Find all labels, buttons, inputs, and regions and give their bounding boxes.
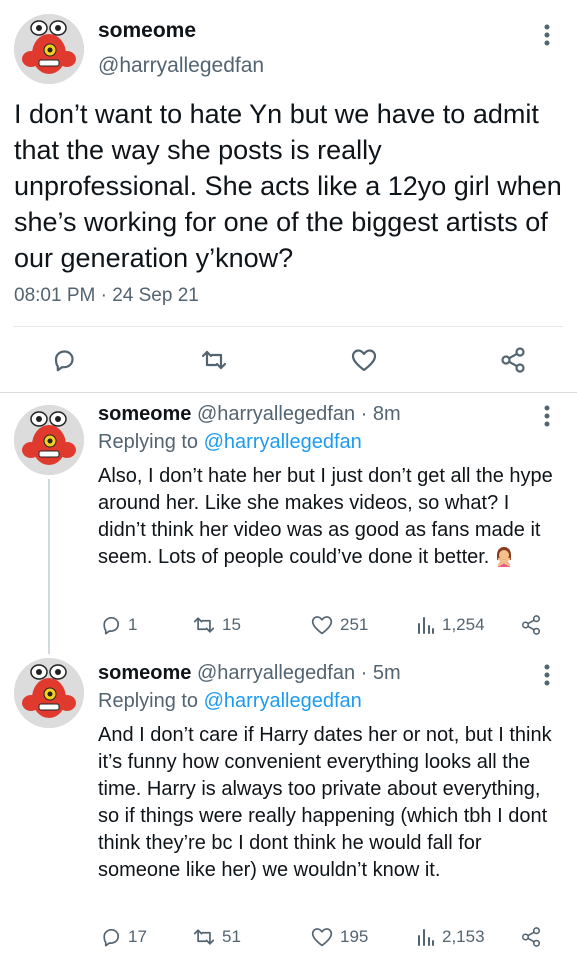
tweet-text: And I don’t care if Harry dates her or n… bbox=[98, 724, 552, 881]
views-icon bbox=[418, 617, 434, 634]
replying-to-label: Replying to bbox=[98, 690, 204, 712]
author-name[interactable]: someome bbox=[98, 19, 196, 43]
tweet-text: Also, I don’t hate her but I just don’t … bbox=[98, 463, 558, 575]
reply-tweet: someome @harryallegedfan · 8m Replying t… bbox=[0, 393, 577, 654]
views-count-button[interactable]: 1,254 bbox=[416, 612, 485, 638]
more-vertical-icon bbox=[544, 664, 550, 686]
more-options-button[interactable] bbox=[537, 660, 557, 690]
tweet-stats: 17 51 195 2,153 bbox=[98, 924, 558, 950]
tweet-text-body: Also, I don’t hate her but I just don’t … bbox=[98, 465, 553, 568]
replying-to: Replying to @harryallegedfan bbox=[98, 690, 362, 713]
share-button[interactable] bbox=[498, 345, 528, 375]
reply-header: someome @harryallegedfan · 5m bbox=[98, 662, 401, 685]
retweet-count: 51 bbox=[222, 927, 241, 946]
replying-to-link[interactable]: @harryallegedfan bbox=[204, 690, 362, 712]
author-name[interactable]: someome bbox=[98, 662, 191, 684]
replying-to: Replying to @harryallegedfan bbox=[98, 431, 362, 454]
more-vertical-icon bbox=[544, 405, 550, 427]
main-tweet: someome @harryallegedfan I don’t want to… bbox=[0, 0, 577, 392]
more-options-button[interactable] bbox=[537, 20, 557, 50]
avatar[interactable] bbox=[14, 658, 84, 728]
like-icon bbox=[311, 616, 333, 635]
retweet-icon bbox=[193, 929, 215, 945]
like-icon bbox=[351, 349, 377, 372]
reply-tweet: someome @harryallegedfan · 5m Replying t… bbox=[0, 650, 577, 960]
like-count-button[interactable]: 195 bbox=[310, 924, 368, 950]
retweet-icon bbox=[193, 617, 215, 633]
like-icon bbox=[311, 928, 333, 947]
share-icon bbox=[501, 347, 525, 373]
reply-icon bbox=[103, 616, 120, 635]
replying-to-link[interactable]: @harryallegedfan bbox=[204, 431, 362, 453]
reply-count-button[interactable]: 1 bbox=[100, 612, 137, 638]
reply-icon bbox=[103, 928, 120, 947]
author-handle-time[interactable]: @harryallegedfan · 5m bbox=[197, 662, 401, 684]
tweet-text: I don’t want to hate Yn but we have to a… bbox=[14, 99, 562, 273]
more-vertical-icon bbox=[544, 24, 550, 46]
reply-count: 17 bbox=[128, 927, 147, 946]
tweet-stats: 1 15 251 1,254 bbox=[98, 612, 558, 638]
avatar-character-icon bbox=[14, 658, 84, 728]
share-icon bbox=[521, 615, 541, 635]
person-gesturing-no-emoji bbox=[493, 545, 515, 575]
views-count: 2,153 bbox=[442, 927, 485, 946]
avatar-character-icon bbox=[14, 405, 84, 475]
author-name[interactable]: someome bbox=[98, 403, 191, 425]
thread-line bbox=[48, 479, 50, 654]
views-count-button[interactable]: 2,153 bbox=[416, 924, 485, 950]
divider bbox=[14, 326, 563, 327]
retweet-button[interactable] bbox=[199, 345, 229, 375]
share-button[interactable] bbox=[520, 924, 542, 950]
views-count: 1,254 bbox=[442, 615, 485, 634]
avatar[interactable] bbox=[14, 14, 84, 84]
avatar[interactable] bbox=[14, 405, 84, 475]
replying-to-label: Replying to bbox=[98, 431, 204, 453]
views-icon bbox=[418, 929, 434, 946]
more-options-button[interactable] bbox=[537, 401, 557, 431]
reply-icon bbox=[54, 350, 74, 372]
retweet-count: 15 bbox=[222, 615, 241, 634]
avatar-character-icon bbox=[14, 14, 84, 84]
share-icon bbox=[521, 927, 541, 947]
retweet-icon bbox=[201, 350, 227, 370]
retweet-count-button[interactable]: 15 bbox=[192, 612, 241, 638]
like-button[interactable] bbox=[349, 345, 379, 375]
like-count: 251 bbox=[340, 615, 369, 634]
reply-button[interactable] bbox=[49, 345, 79, 375]
like-count-button[interactable]: 251 bbox=[310, 612, 368, 638]
tweet-timestamp[interactable]: 08:01 PM · 24 Sep 21 bbox=[14, 285, 199, 307]
reply-count: 1 bbox=[128, 615, 138, 634]
author-handle[interactable]: @harryallegedfan bbox=[98, 54, 264, 78]
reply-count-button[interactable]: 17 bbox=[100, 924, 147, 950]
share-button[interactable] bbox=[520, 612, 542, 638]
like-count: 195 bbox=[340, 927, 369, 946]
reply-header: someome @harryallegedfan · 8m bbox=[98, 403, 401, 426]
author-handle-time[interactable]: @harryallegedfan · 8m bbox=[197, 403, 401, 425]
retweet-count-button[interactable]: 51 bbox=[192, 924, 241, 950]
